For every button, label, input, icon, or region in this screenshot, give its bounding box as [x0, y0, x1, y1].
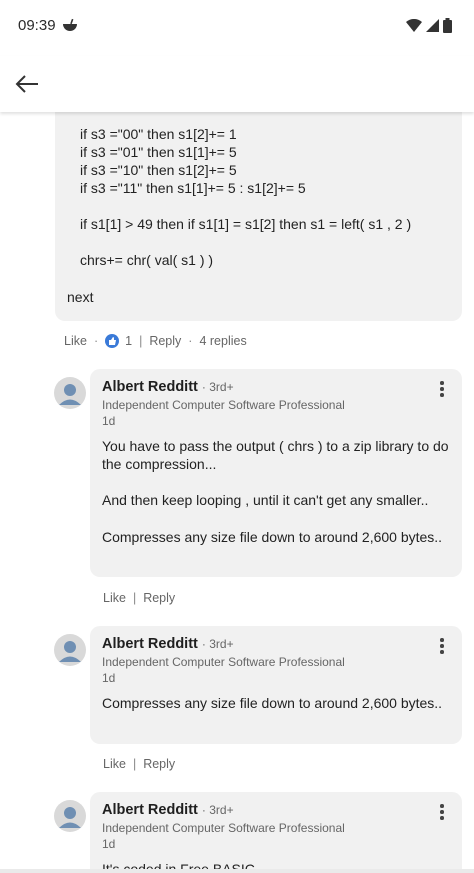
- code-line: if s3 ="10" then s1[2]+= 5: [80, 162, 237, 178]
- timestamp: 1d: [102, 671, 116, 685]
- more-options-icon[interactable]: [434, 804, 450, 820]
- bowl-icon: [62, 18, 78, 37]
- separator: |: [139, 334, 143, 348]
- avatar[interactable]: [54, 377, 86, 409]
- reply-bubble: Albert Redditt · 3rd+ Independent Comput…: [90, 369, 462, 577]
- code-line: if s3 ="00" then s1[2]+= 1: [80, 126, 237, 142]
- avatar[interactable]: [54, 800, 86, 832]
- connection-degree: · 3rd+: [201, 803, 234, 817]
- separator: |: [132, 757, 137, 771]
- separator: ·: [188, 334, 193, 348]
- reply-bubble: Albert Redditt · 3rd+ Independent Comput…: [90, 792, 462, 870]
- status-icons: [406, 18, 452, 38]
- comments-thread[interactable]: if s3 ="00" then s1[2]+= 1 if s3 ="01" t…: [0, 112, 474, 870]
- reply-paragraph: You have to pass the output ( chrs ) to …: [102, 438, 449, 472]
- code-line: chrs+= chr( val( s1 ) ): [80, 252, 214, 268]
- author-line: Albert Redditt · 3rd+: [102, 379, 234, 395]
- reply-paragraph: Compresses any size file down to around …: [102, 695, 443, 711]
- app-bar: [0, 56, 474, 112]
- author-headline: Independent Computer Software Profession…: [102, 655, 345, 669]
- thumbs-up-icon: [105, 334, 120, 348]
- connection-degree: · 3rd+: [201, 637, 234, 651]
- reaction-count[interactable]: 1: [125, 334, 132, 348]
- comment-bubble: if s3 ="00" then s1[2]+= 1 if s3 ="01" t…: [55, 112, 462, 321]
- timestamp: 1d: [102, 414, 116, 428]
- wifi-icon: [406, 18, 422, 37]
- reply-actions: Like | Reply: [103, 757, 175, 771]
- reply-bubble: Albert Redditt · 3rd+ Independent Comput…: [90, 626, 462, 744]
- reply-button[interactable]: Reply: [149, 334, 181, 348]
- arrow-left-icon[interactable]: [12, 70, 42, 98]
- separator: |: [132, 591, 137, 605]
- status-time: 09:39: [18, 17, 56, 34]
- reply-button[interactable]: Reply: [143, 757, 175, 771]
- author-name[interactable]: Albert Redditt: [102, 636, 198, 652]
- author-line: Albert Redditt · 3rd+: [102, 802, 234, 818]
- nav-gesture-area: [0, 869, 474, 873]
- code-line: next: [67, 289, 94, 305]
- author-headline: Independent Computer Software Profession…: [102, 821, 345, 835]
- signal-icon: [426, 19, 439, 37]
- more-options-icon[interactable]: [434, 381, 450, 397]
- author-name[interactable]: Albert Redditt: [102, 379, 198, 395]
- comment-actions: Like · 1 | Reply · 4 replies: [64, 334, 247, 348]
- like-button[interactable]: Like: [64, 334, 87, 348]
- replies-count-link[interactable]: 4 replies: [199, 334, 246, 348]
- reply-button[interactable]: Reply: [143, 591, 175, 605]
- avatar[interactable]: [54, 634, 86, 666]
- author-line: Albert Redditt · 3rd+: [102, 636, 234, 652]
- reply-actions: Like | Reply: [103, 591, 175, 605]
- author-name[interactable]: Albert Redditt: [102, 802, 198, 818]
- battery-icon: [443, 18, 452, 38]
- reply-paragraph: And then keep looping , until it can't g…: [102, 492, 429, 508]
- separator: ·: [93, 334, 99, 348]
- code-line: if s1[1] > 49 then if s1[1] = s1[2] then…: [80, 216, 412, 232]
- code-line: if s3 ="11" then s1[1]+= 5 : s1[2]+= 5: [80, 180, 306, 196]
- status-bar: 09:39: [0, 0, 474, 56]
- like-button[interactable]: Like: [103, 757, 126, 771]
- more-options-icon[interactable]: [434, 638, 450, 654]
- timestamp: 1d: [102, 837, 116, 851]
- reply-paragraph: Compresses any size file down to around …: [102, 529, 443, 545]
- author-headline: Independent Computer Software Profession…: [102, 398, 345, 412]
- like-button[interactable]: Like: [103, 591, 126, 605]
- connection-degree: · 3rd+: [201, 380, 234, 394]
- code-line: if s3 ="01" then s1[1]+= 5: [80, 144, 237, 160]
